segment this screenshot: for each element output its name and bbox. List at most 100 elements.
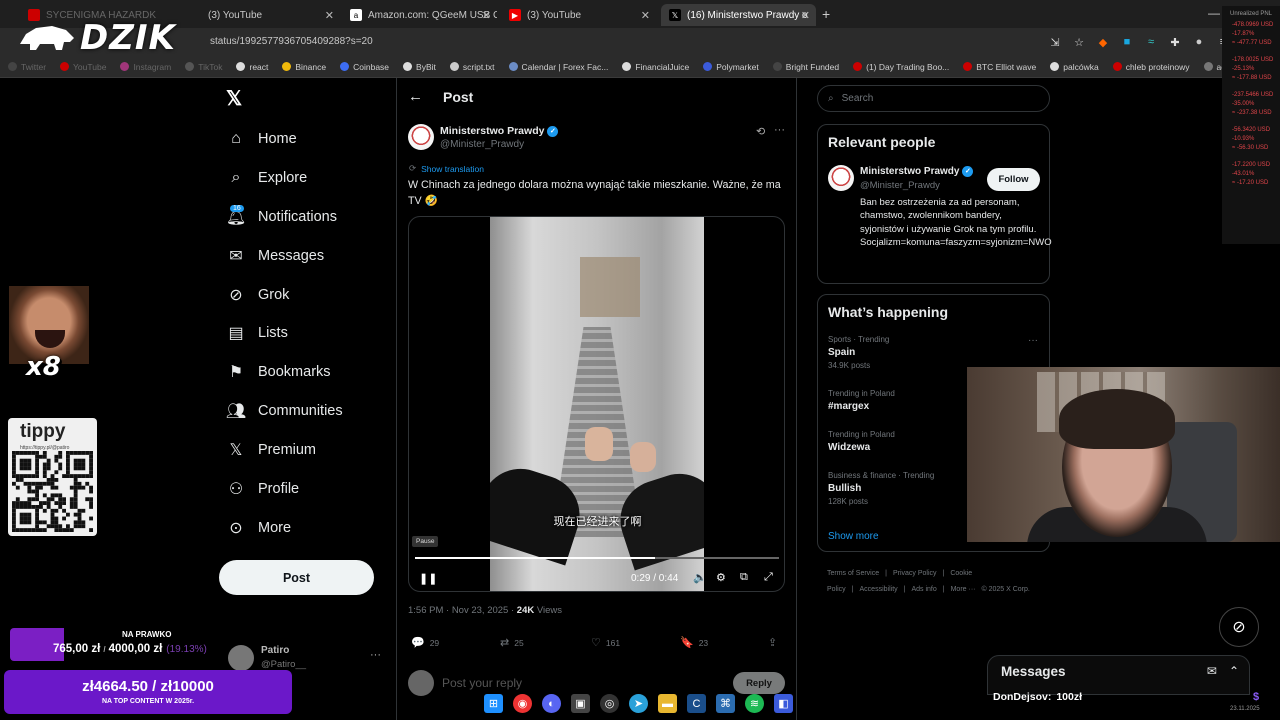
bookmark-item[interactable]: script.txt [449, 62, 495, 72]
extension-wave-icon[interactable]: ≈ [1144, 35, 1158, 49]
sidebar-item-premium[interactable]: 𝕏 Premium [226, 438, 316, 462]
obs-icon[interactable]: ◎ [600, 694, 619, 713]
footer-link[interactable]: More ··· [951, 586, 976, 593]
video-progress-bar[interactable] [415, 557, 779, 559]
new-message-icon[interactable]: ✉ [1207, 664, 1217, 678]
folder-icon[interactable]: ▬ [658, 694, 677, 713]
network-icon[interactable]: ⌘ [716, 694, 735, 713]
footer-link[interactable]: Accessibility [860, 586, 898, 593]
follow-button[interactable]: Follow [987, 168, 1040, 191]
discord-icon[interactable]: ◐ [542, 694, 561, 713]
bookmark-item[interactable]: Coinbase [340, 62, 389, 72]
star-icon[interactable]: ☆ [1072, 35, 1086, 49]
show-translation-link[interactable]: ⟳ Show translation [409, 163, 484, 174]
settings-gear-icon[interactable]: ⚙ [716, 571, 726, 584]
sidebar-item-communities[interactable]: 👥︎ Communities [226, 399, 343, 423]
picture-in-picture-icon[interactable]: ⧉ [740, 571, 748, 584]
author-avatar[interactable] [408, 124, 434, 150]
trend-item[interactable]: Trending in Poland #margex [828, 389, 895, 412]
spotify-icon[interactable]: ≋ [745, 694, 764, 713]
sidebar-item-profile[interactable]: ⚇ Profile [226, 477, 299, 501]
bookmark-item[interactable]: Polymarket [703, 62, 759, 72]
x-logo-icon[interactable]: 𝕏 [226, 89, 246, 109]
footer-link[interactable]: Terms of Service [827, 570, 879, 577]
trend-item[interactable]: Trending in Poland Widzewa [828, 430, 895, 453]
sidebar-item-explore[interactable]: ⌕ Explore [226, 166, 308, 190]
minimize-icon[interactable]: — [1208, 6, 1220, 20]
bookmark-item[interactable]: Calendar | Forex Fac... [508, 62, 608, 72]
close-icon[interactable]: ✕ [801, 9, 810, 22]
show-more-link[interactable]: Show more [828, 531, 879, 542]
bookmark-item[interactable]: BTC Elliot wave [963, 62, 1036, 72]
profile-icon[interactable]: ● [1192, 35, 1206, 49]
more-dots-icon[interactable]: ··· [370, 649, 381, 661]
chrome-icon[interactable]: ◉ [513, 694, 532, 713]
close-icon[interactable]: ✕ [641, 9, 650, 22]
sidebar-item-bookmarks[interactable]: ⚑ Bookmarks [226, 360, 331, 384]
bookmark-item[interactable]: Bright Funded [772, 62, 839, 72]
bookmark-item[interactable]: palcówka [1050, 62, 1099, 72]
author-name[interactable]: Ministerstwo Prawdy ✓ [440, 125, 559, 137]
sidebar-item-home[interactable]: ⌂ Home [226, 127, 297, 151]
bookmark-item[interactable]: chleb proteinowy [1112, 62, 1190, 72]
expand-chevron-icon[interactable]: ⌃ [1229, 664, 1239, 678]
bookmark-item[interactable]: TikTok [185, 62, 222, 72]
close-icon[interactable]: ✕ [482, 9, 491, 22]
footer-link[interactable]: Privacy Policy [893, 570, 937, 577]
extension-fox-icon[interactable]: ◆ [1096, 35, 1110, 49]
back-arrow-icon[interactable]: ← [408, 88, 423, 105]
reply-action[interactable]: 💬 29 [411, 636, 439, 649]
author-handle[interactable]: @Minister_Prawdy [440, 139, 524, 150]
sidebar-item-grok[interactable]: ⊘ Grok [226, 283, 289, 307]
bookmark-item[interactable]: ByBit [403, 62, 436, 72]
more-dots-icon[interactable]: ··· [774, 124, 785, 136]
footer-link[interactable]: Ads info [911, 586, 936, 593]
avatar[interactable] [828, 165, 854, 191]
search-input[interactable]: ⌕ Search [817, 85, 1050, 112]
extensions-puzzle-icon[interactable]: ✚ [1168, 35, 1182, 49]
repost-action[interactable]: ⇄ 25 [500, 636, 524, 649]
share-action[interactable]: ⇪ [768, 636, 782, 649]
browser-tab[interactable]: ▶ (3) YouTube ✕ [501, 4, 656, 26]
browser-tab[interactable]: (3) YouTube ✕ [200, 4, 340, 26]
relevant-person-handle[interactable]: @Minister_Prawdy [860, 180, 940, 191]
browser-tab[interactable]: a Amazon.com: QGeeM USB C to ✕ [342, 4, 497, 26]
bookmark-item[interactable]: FinancialJuice [622, 62, 689, 72]
app-icon[interactable]: ▣ [571, 694, 590, 713]
close-icon[interactable]: ✕ [325, 9, 334, 22]
url-field[interactable]: status/1992577936705409288?s=20 [210, 36, 373, 47]
new-tab-button[interactable]: + [822, 6, 830, 22]
reply-input[interactable]: Post your reply [442, 676, 522, 690]
messages-dock[interactable]: Messages ✉ ⌃ [987, 655, 1250, 695]
windows-start-icon[interactable]: ⊞ [484, 694, 503, 713]
bookmark-item[interactable]: Twitter [8, 62, 46, 72]
trend-item[interactable]: Business & finance · Trending Bullish 128K… [828, 471, 934, 506]
sidebar-item-more[interactable]: ⊙ More [226, 516, 291, 540]
bookmark-item[interactable]: Binance [282, 62, 326, 72]
ccleaner-icon[interactable]: C [687, 694, 706, 713]
sidebar-item-messages[interactable]: ✉ Messages [226, 244, 324, 268]
pause-icon[interactable]: ❚❚ [419, 572, 437, 585]
fullscreen-icon[interactable]: ⤢ [764, 571, 773, 584]
more-dots-icon[interactable]: ··· [1028, 335, 1038, 346]
volume-icon[interactable]: 🔈 [693, 571, 707, 584]
video-player[interactable]: 现在已经进来了啊 Pause ❚❚ 0:29 / 0:44 🔈 ⚙ ⧉ ⤢ [408, 216, 785, 592]
like-action[interactable]: ♡ 161 [591, 636, 620, 649]
sidebar-item-lists[interactable]: ▤ Lists [226, 321, 287, 345]
extension-blue-icon[interactable]: ■ [1120, 35, 1134, 49]
grok-floating-button[interactable]: ⊘ [1219, 607, 1259, 647]
browser-tab-active[interactable]: 𝕏 (16) Ministerstwo Prawdy o ✕ [661, 4, 816, 26]
grok-icon[interactable]: ⟲ [756, 125, 765, 138]
bookmark-item[interactable]: react [236, 62, 268, 72]
bookmark-item[interactable]: Instagram [120, 62, 171, 72]
bookmark-item[interactable]: YouTube [60, 62, 106, 72]
bookmark-action[interactable]: 🔖 23 [680, 636, 708, 649]
app2-icon[interactable]: ◧ [774, 694, 793, 713]
footer-link[interactable]: © 2025 X Corp. [981, 586, 1029, 593]
post-button[interactable]: Post [219, 560, 374, 595]
bookmark-item[interactable]: (1) Day Trading Boo... [853, 62, 949, 72]
telegram-icon[interactable]: ➤ [629, 694, 648, 713]
install-icon[interactable]: ⇲ [1048, 35, 1062, 49]
trend-item[interactable]: Sports · Trending Spain 34.9K posts [828, 335, 889, 370]
relevant-person-name[interactable]: Ministerstwo Prawdy ✓ [860, 166, 974, 177]
